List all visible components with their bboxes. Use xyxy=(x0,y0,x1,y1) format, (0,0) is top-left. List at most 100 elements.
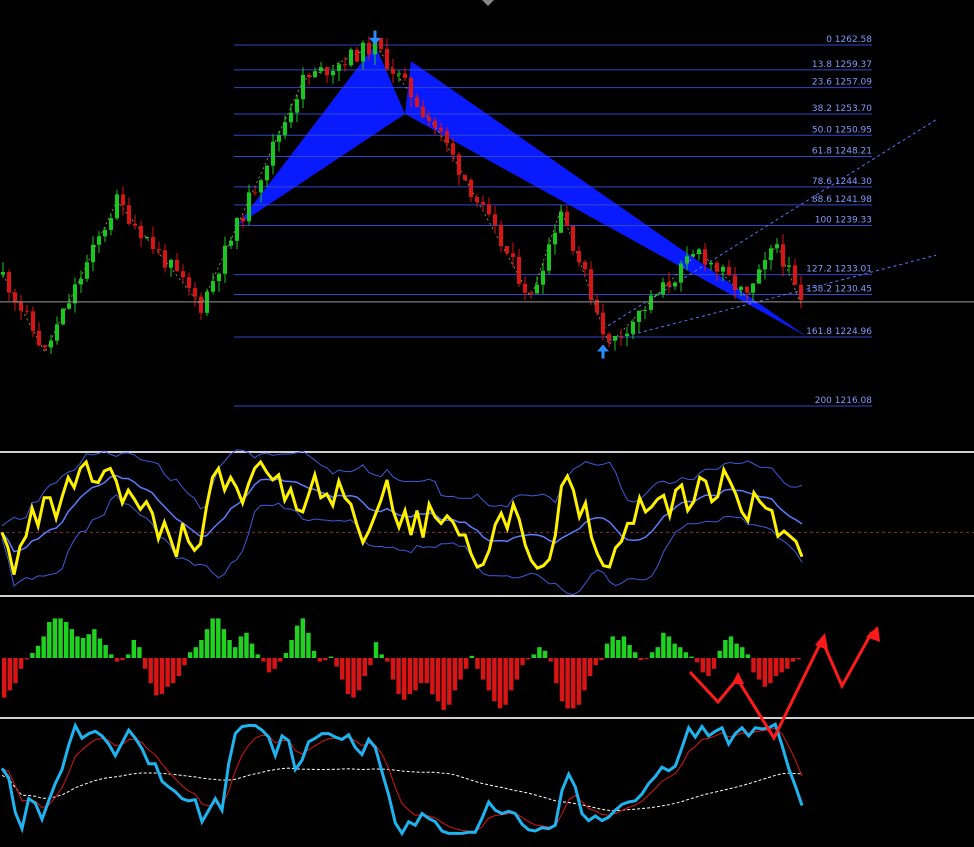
histogram-bar xyxy=(796,658,801,660)
histogram-bar xyxy=(171,658,176,684)
histogram-bar xyxy=(345,658,351,694)
histogram-bar xyxy=(435,658,441,702)
candle-body xyxy=(133,223,137,226)
histogram-bar xyxy=(289,640,294,658)
histogram-bar xyxy=(109,654,114,658)
candle-body xyxy=(193,288,197,297)
histogram-bar xyxy=(159,658,165,694)
candle-body xyxy=(475,197,479,202)
fib-label: 0 1262.58 xyxy=(826,35,872,45)
histogram-bar xyxy=(351,658,356,698)
candle-body xyxy=(91,244,95,263)
candle-body xyxy=(415,97,419,107)
candle-body xyxy=(109,218,113,230)
candle-body xyxy=(307,74,311,78)
histogram-bar xyxy=(790,658,796,662)
candle-body xyxy=(223,245,227,274)
candle-body xyxy=(385,48,389,69)
candle-body xyxy=(289,112,293,123)
fib-label: 23.6 1257.09 xyxy=(812,78,872,88)
candle-body xyxy=(7,272,11,293)
histogram-bar xyxy=(75,636,80,658)
histogram-bar xyxy=(356,658,362,691)
candle-body xyxy=(37,330,41,346)
histogram-bar xyxy=(86,634,91,658)
histogram-bar xyxy=(244,632,249,658)
candle-body xyxy=(211,281,215,292)
histogram-bar xyxy=(165,658,170,687)
histogram-bar xyxy=(2,658,7,698)
histogram-bar xyxy=(480,658,486,680)
histogram-bar xyxy=(221,629,227,658)
histogram-bar xyxy=(418,658,424,684)
candle-body xyxy=(1,272,5,275)
candle-body xyxy=(457,154,461,175)
candle-body xyxy=(763,260,767,270)
histogram-bar xyxy=(294,625,300,658)
histogram-bar xyxy=(441,658,446,710)
candle-body xyxy=(493,214,497,225)
histogram-bar xyxy=(103,645,108,658)
candle-body xyxy=(115,194,119,219)
candle-body xyxy=(319,67,323,72)
histogram-bar xyxy=(706,658,711,676)
candle-body xyxy=(505,246,509,254)
trendline xyxy=(608,254,937,342)
histogram-bar xyxy=(728,636,734,658)
candle-body xyxy=(397,73,401,75)
histogram-bar xyxy=(632,652,638,658)
histogram-bar xyxy=(340,658,345,680)
candle-body xyxy=(607,334,611,341)
histogram-bar xyxy=(362,658,367,676)
histogram-bar xyxy=(661,632,666,658)
histogram-bar xyxy=(452,658,458,691)
histogram-bar xyxy=(283,652,289,658)
candle-body xyxy=(703,249,707,265)
candle-body xyxy=(565,211,569,227)
candle-body xyxy=(73,284,77,304)
histogram-bar xyxy=(261,658,266,662)
histogram-bar xyxy=(430,658,435,694)
candle-body xyxy=(649,295,653,310)
candle-body xyxy=(757,269,761,284)
histogram-bar xyxy=(328,656,334,658)
histogram-bar xyxy=(678,647,683,658)
histogram-bar xyxy=(559,658,565,702)
candle-body xyxy=(745,286,749,293)
fib-label: 13.8 1259.37 xyxy=(812,60,872,70)
candle-body xyxy=(709,262,713,265)
histogram-bar xyxy=(92,629,97,658)
candle-body xyxy=(313,71,317,78)
histogram-bar xyxy=(47,622,52,658)
oscillator-lower-band xyxy=(1,493,803,596)
histogram-bar xyxy=(463,658,469,669)
candle-body xyxy=(691,254,695,257)
candle-body xyxy=(463,174,467,181)
candle-body xyxy=(733,275,737,291)
candle-body xyxy=(697,249,701,255)
candle-body xyxy=(721,266,725,272)
histogram-bar xyxy=(599,658,604,661)
candle-body xyxy=(601,312,605,335)
histogram-bar xyxy=(334,658,339,667)
candle-body xyxy=(637,310,641,322)
candle-body xyxy=(529,292,533,294)
histogram-bar xyxy=(554,658,559,684)
histogram-bar xyxy=(249,643,255,658)
histogram-bar xyxy=(644,658,649,659)
candle-body xyxy=(67,303,71,309)
candle-body xyxy=(775,244,779,249)
histogram-bar xyxy=(683,652,689,658)
histogram-bar xyxy=(486,658,491,691)
candle-body xyxy=(751,283,755,293)
histogram-bar xyxy=(204,629,210,658)
histogram-bar xyxy=(311,650,317,658)
histogram-bar xyxy=(272,658,277,669)
histogram-bar xyxy=(779,658,784,673)
histogram-bar xyxy=(593,658,598,666)
histogram-bar xyxy=(717,650,722,658)
candle-body xyxy=(547,244,551,271)
fib-label: 88.6 1241.98 xyxy=(812,195,872,205)
histogram-bar xyxy=(300,618,306,658)
candle-body xyxy=(421,106,425,118)
